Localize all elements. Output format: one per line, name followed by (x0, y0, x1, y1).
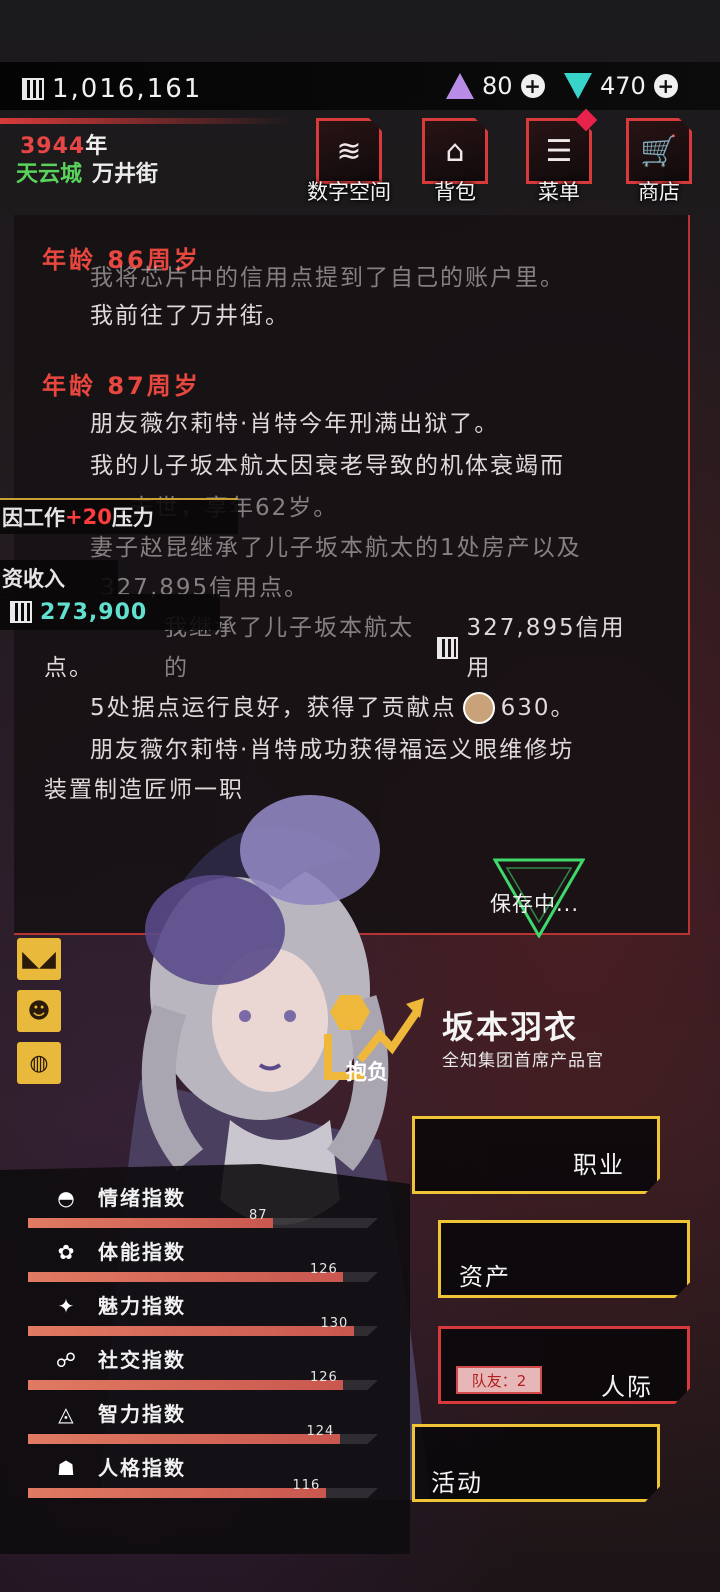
stamina-icon: ✿ (57, 1240, 75, 1264)
triangle-token-icon (446, 73, 474, 99)
add-currency-a-button[interactable]: + (520, 74, 545, 98)
stat-row[interactable]: ☍ 社交指数 126 (28, 1340, 388, 1390)
assets-label: 资产 (459, 1263, 511, 1291)
menu-label: 菜单 (538, 180, 580, 204)
stat-bar-fill (28, 1326, 354, 1336)
profile-icon[interactable]: ☻ (17, 990, 61, 1032)
ambition-label: 抱负 (346, 1060, 388, 1084)
location: 天云城 万井街 (16, 156, 158, 188)
credit-icon (22, 78, 44, 100)
story-entry: 朋友薇尔莉特·肖特今年刑满出狱了。 (90, 411, 500, 437)
stat-value: 126 (310, 1370, 338, 1385)
story-entry: 我前往了万井街。 (90, 303, 290, 329)
currency-b: 470 + (564, 72, 678, 100)
career-button[interactable]: 职业 (412, 1116, 660, 1194)
stat-value: 116 (292, 1478, 321, 1493)
story-entry: 我的儿子坂本航太因衰老导致的机体衰竭而 (90, 453, 565, 479)
stat-row[interactable]: ◬ 智力指数 124 (28, 1394, 388, 1444)
street-name: 万井街 (92, 162, 159, 187)
intellect-icon: ◬ (58, 1402, 74, 1426)
list-icon: ☰ (545, 133, 573, 169)
credits-display: 1,016,161 (22, 74, 202, 104)
story-line-cut: 我将芯片中的信用点提到了自己的账户里。 (90, 265, 565, 288)
career-label: 职业 (573, 1151, 625, 1179)
personality-icon: ☗ (57, 1456, 75, 1480)
stat-value: 87 (249, 1208, 268, 1223)
pressure-notification: 因工作 +20 压力 (0, 498, 238, 534)
story-entry: 点。 (44, 655, 94, 681)
story-entry: 朋友薇尔莉特·肖特成功获得福运义眼维修坊 (90, 737, 575, 763)
stat-row[interactable]: ✿ 体能指数 126 (28, 1232, 388, 1282)
stat-bar (28, 1488, 378, 1498)
income-notification: 资收入 (0, 560, 118, 596)
year-divider (0, 118, 290, 124)
city-name: 天云城 (16, 162, 83, 187)
stat-bar-fill (28, 1272, 343, 1282)
character-name: 坂本羽衣 (442, 1008, 579, 1046)
stat-value: 130 (320, 1316, 349, 1331)
story-entry: 妻子赵昆继承了儿子坂本航太的1处房产以及 (90, 535, 582, 561)
layers-icon: ≋ (336, 133, 362, 169)
gem-icon (564, 73, 592, 99)
stat-name: 智力指数 (98, 1402, 186, 1426)
add-currency-b-button[interactable]: + (653, 74, 678, 98)
activity-button[interactable]: 活动 (412, 1424, 660, 1502)
emotion-icon: ◓ (57, 1186, 75, 1210)
currency-a: 80 + (446, 72, 545, 100)
stat-bar-fill (28, 1488, 326, 1498)
backpack-button[interactable]: ⌂ 背包 (420, 118, 490, 204)
income-value-row: 273,900 (0, 594, 220, 630)
character-title: 全知集团首席产品官 (442, 1051, 604, 1071)
stat-row[interactable]: ☗ 人格指数 116 (28, 1448, 388, 1498)
noodle-bowl-icon[interactable]: ◍ (17, 1042, 61, 1084)
stat-name: 社交指数 (98, 1348, 186, 1372)
currency-a-value: 80 (482, 72, 513, 100)
stat-bar-fill (28, 1434, 340, 1444)
stat-value: 124 (306, 1424, 335, 1439)
stat-name: 体能指数 (98, 1240, 186, 1264)
assets-button[interactable]: 资产 (438, 1220, 690, 1298)
charm-icon: ✦ (57, 1294, 75, 1318)
menu-button[interactable]: ☰ 菜单 (524, 108, 598, 204)
currency-b-value: 470 (600, 72, 646, 100)
activity-label: 活动 (431, 1469, 483, 1497)
stat-value: 126 (310, 1262, 338, 1277)
stat-name: 情绪指数 (98, 1186, 186, 1210)
stat-bar-fill (28, 1380, 343, 1390)
digital-space-button[interactable]: ≋ 数字空间 (307, 118, 391, 204)
stat-name: 魅力指数 (98, 1294, 186, 1318)
credit-icon (10, 601, 32, 623)
credits-value: 1,016,161 (52, 74, 203, 104)
digital-space-label: 数字空间 (307, 180, 391, 204)
stat-row[interactable]: ◓ 情绪指数 87 (28, 1178, 388, 1228)
teammates-badge: 队友：2 (456, 1366, 542, 1394)
stat-bar (28, 1218, 378, 1228)
stat-name: 人格指数 (98, 1456, 186, 1480)
shop-button[interactable]: 🛒 商店 (624, 118, 694, 204)
backpack-label: 背包 (434, 180, 476, 204)
stat-bar-fill (28, 1218, 273, 1228)
cart-icon: 🛒 (640, 133, 678, 169)
social-label: 人际 (601, 1373, 653, 1401)
age-heading: 年龄 87周岁 (42, 372, 201, 400)
stat-row[interactable]: ✦ 魅力指数 130 (28, 1286, 388, 1336)
story-entry: 5处据点运行良好，获得了贡献点 630。 (44, 688, 644, 728)
saving-status: 保存中... (490, 892, 580, 916)
social-icon: ☍ (55, 1348, 77, 1372)
fox-mask-icon[interactable]: ◣◢ (17, 938, 61, 980)
shop-label: 商店 (638, 180, 680, 204)
bag-icon: ⌂ (445, 133, 465, 169)
contribution-icon (462, 692, 495, 724)
